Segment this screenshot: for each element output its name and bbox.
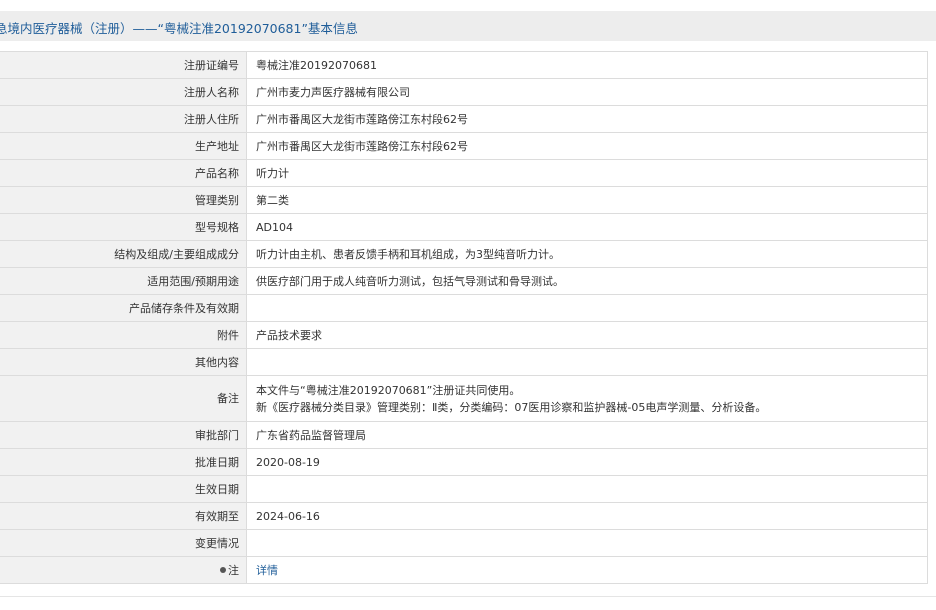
- table-row: 有效期至 2024-06-16: [0, 502, 928, 530]
- table-row: 备注 本文件与“粤械注准20192070681”注册证共同使用。 新《医疗器械分…: [0, 375, 928, 422]
- row-value: 本文件与“粤械注准20192070681”注册证共同使用。 新《医疗器械分类目录…: [246, 375, 928, 422]
- table-row: 管理类别 第二类: [0, 186, 928, 214]
- row-value: 广州市番禺区大龙街市莲路傍江东村段62号: [246, 132, 928, 160]
- table-row: 产品名称 听力计: [0, 159, 928, 187]
- note-label: 注: [228, 564, 239, 577]
- page-title: 急境内医疗器械（注册）——“粤械注准20192070681”基本信息: [0, 21, 358, 36]
- row-label: 变更情况: [0, 529, 247, 557]
- remark-line: 本文件与“粤械注准20192070681”注册证共同使用。: [256, 383, 521, 397]
- row-label: 备注: [0, 375, 247, 422]
- table-row: 生产地址 广州市番禺区大龙街市莲路傍江东村段62号: [0, 132, 928, 160]
- table-row: 结构及组成/主要组成成分 听力计由主机、患者反馈手柄和耳机组成，为3型纯音听力计…: [0, 240, 928, 268]
- row-label: 其他内容: [0, 348, 247, 376]
- table-row: 批准日期 2020-08-19: [0, 448, 928, 476]
- row-value: 广州市麦力声医疗器械有限公司: [246, 78, 928, 106]
- remark-line: 新《医疗器械分类目录》管理类别：Ⅱ类，分类编码：07医用诊察和监护器械-05电声…: [256, 400, 767, 414]
- row-value: [246, 294, 928, 322]
- row-label: 有效期至: [0, 502, 247, 530]
- row-label: 适用范围/预期用途: [0, 267, 247, 295]
- row-label: 产品储存条件及有效期: [0, 294, 247, 322]
- row-label: 生产地址: [0, 132, 247, 160]
- row-label: 批准日期: [0, 448, 247, 476]
- row-label: 审批部门: [0, 421, 247, 449]
- info-table: 注册证编号 粤械注准20192070681 注册人名称 广州市麦力声医疗器械有限…: [0, 51, 928, 584]
- table-row: 注 详情: [0, 556, 928, 584]
- table-row: 产品储存条件及有效期: [0, 294, 928, 322]
- row-value: 广州市番禺区大龙街市莲路傍江东村段62号: [246, 105, 928, 133]
- table-row: 附件 产品技术要求: [0, 321, 928, 349]
- details-link[interactable]: 详情: [256, 564, 278, 577]
- row-label: 生效日期: [0, 475, 247, 503]
- divider: [0, 596, 936, 597]
- row-value: 2024-06-16: [246, 502, 928, 530]
- page-header: 急境内医疗器械（注册）——“粤械注准20192070681”基本信息: [0, 11, 936, 41]
- table-row: 其他内容: [0, 348, 928, 376]
- table-row: 型号规格 AD104: [0, 213, 928, 241]
- table-row: 变更情况: [0, 529, 928, 557]
- row-value: 2020-08-19: [246, 448, 928, 476]
- row-label: 管理类别: [0, 186, 247, 214]
- row-value: [246, 475, 928, 503]
- row-label: 注册人名称: [0, 78, 247, 106]
- row-value: 听力计: [246, 159, 928, 187]
- row-value: 粤械注准20192070681: [246, 51, 928, 79]
- row-label: 注册证编号: [0, 51, 247, 79]
- table-row: 注册人住所 广州市番禺区大龙街市莲路傍江东村段62号: [0, 105, 928, 133]
- pin-icon: [220, 567, 226, 573]
- table-row: 注册人名称 广州市麦力声医疗器械有限公司: [0, 78, 928, 106]
- table-row: 生效日期: [0, 475, 928, 503]
- row-value: 供医疗部门用于成人纯音听力测试，包括气导测试和骨导测试。: [246, 267, 928, 295]
- row-value: 产品技术要求: [246, 321, 928, 349]
- row-label: 型号规格: [0, 213, 247, 241]
- table-row: 审批部门 广东省药品监督管理局: [0, 421, 928, 449]
- row-value: [246, 348, 928, 376]
- row-value: [246, 529, 928, 557]
- table-row: 注册证编号 粤械注准20192070681: [0, 51, 928, 79]
- row-value: 广东省药品监督管理局: [246, 421, 928, 449]
- row-label-note: 注: [0, 556, 247, 584]
- row-value: 听力计由主机、患者反馈手柄和耳机组成，为3型纯音听力计。: [246, 240, 928, 268]
- row-label: 注册人住所: [0, 105, 247, 133]
- row-label: 附件: [0, 321, 247, 349]
- row-label: 产品名称: [0, 159, 247, 187]
- row-value: AD104: [246, 213, 928, 241]
- table-row: 适用范围/预期用途 供医疗部门用于成人纯音听力测试，包括气导测试和骨导测试。: [0, 267, 928, 295]
- row-value: 详情: [246, 556, 928, 584]
- row-value: 第二类: [246, 186, 928, 214]
- row-label: 结构及组成/主要组成成分: [0, 240, 247, 268]
